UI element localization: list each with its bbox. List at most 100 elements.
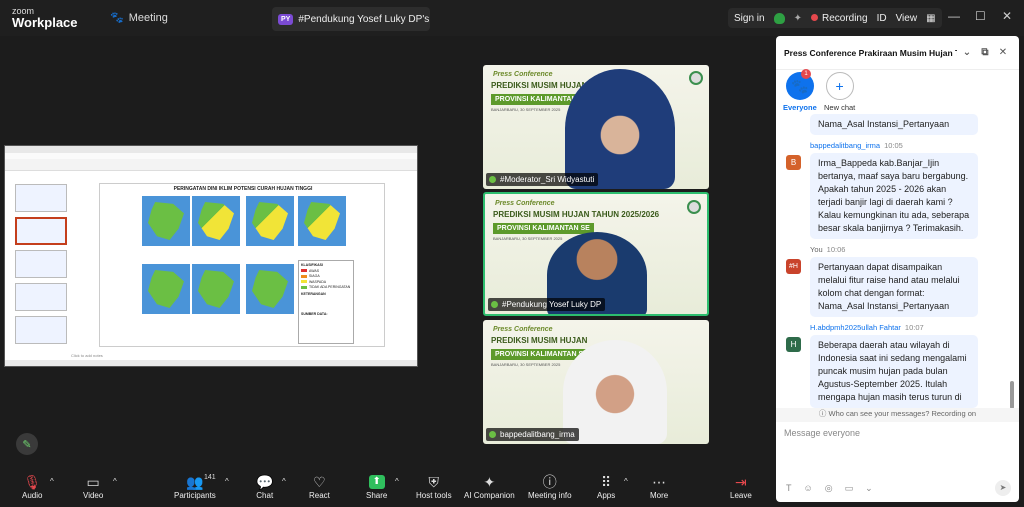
minimize-icon[interactable]: —	[948, 9, 960, 23]
share-options-chevron-icon[interactable]: ^	[395, 473, 399, 491]
sign-in-button[interactable]: Sign in	[734, 13, 765, 24]
bmkg-seal-icon	[689, 71, 703, 85]
paw-icon: 🐾	[110, 12, 124, 24]
participant-video	[565, 69, 675, 189]
press-conference-label: Press Conference	[493, 326, 553, 333]
close-icon[interactable]: ✕	[1002, 9, 1012, 23]
recording-indicator[interactable]: Recording	[810, 13, 868, 24]
heart-icon: ♡	[313, 474, 326, 490]
id-label[interactable]: ID	[877, 13, 887, 24]
meeting-tab[interactable]: 🐾 Meeting	[110, 11, 168, 25]
apps-button[interactable]: ⠿ Apps	[597, 473, 615, 500]
meeting-info-button[interactable]: ⓘ Meeting info	[528, 473, 572, 500]
video-tile-moderator[interactable]: Press Conference PREDIKSI MUSIM HUJAN T …	[483, 65, 709, 189]
chat-message: Nama_Asal Instansi_Pertanyaan	[776, 114, 1008, 135]
emoji-icon[interactable]: ☺	[804, 483, 813, 494]
channel-everyone[interactable]: 🐾 1 Everyone	[783, 69, 817, 112]
file-icon[interactable]: ▭	[845, 483, 854, 494]
more-dots-icon: ⋯	[652, 474, 667, 490]
leave-label: Leave	[730, 491, 752, 500]
pop-out-icon[interactable]: ⧉	[977, 47, 993, 58]
chat-button[interactable]: 💬 Chat	[256, 473, 273, 500]
date-label: BANJARBARU, 30 SEPTEMBER 2025	[491, 107, 561, 112]
current-slide: PERINGATAN DINI IKLIM POTENSI CURAH HUJA…	[99, 183, 385, 347]
share-screen-icon: ⬆	[368, 475, 385, 489]
apps-icon: ⠿	[600, 474, 612, 490]
view-button[interactable]: View	[896, 13, 918, 24]
close-chat-icon[interactable]: ✕	[995, 47, 1011, 58]
more-label: More	[650, 491, 669, 500]
slide-thumbnail	[15, 316, 67, 344]
send-icon[interactable]: ➤	[995, 480, 1011, 496]
react-label: React	[309, 491, 330, 500]
top-right-controls: Sign in ✦ Recording ID View ▦	[728, 8, 942, 28]
format-text-icon[interactable]: T	[786, 483, 792, 494]
chat-panel: Press Conference Prakiraan Musim Hujan T…	[776, 36, 1019, 502]
chat-options-chevron-icon[interactable]: ^	[282, 473, 286, 491]
message-list[interactable]: Nama_Asal Instansi_Pertanyaan bappedalit…	[776, 112, 1008, 408]
chat-message: B Irma_Bappeda kab.Banjar_Ijin bertanya,…	[776, 153, 1008, 239]
legend-item: SIAGA	[301, 274, 351, 278]
avatar: H	[786, 337, 801, 352]
video-tile-active-speaker[interactable]: Press Conference PREDIKSI MUSIM HUJAN TA…	[483, 192, 709, 316]
who-can-see-notice[interactable]: ⓘ Who can see your messages? Recording o…	[776, 408, 1019, 422]
unread-badge: 1	[801, 69, 811, 79]
leave-button[interactable]: ⇥ Leave	[730, 473, 752, 500]
video-tile-participant[interactable]: Press Conference PREDIKSI MUSIM HUJAN PR…	[483, 320, 709, 444]
press-conference-label: Press Conference	[493, 71, 553, 78]
view-grid-icon[interactable]: ▦	[926, 13, 935, 24]
apps-options-chevron-icon[interactable]: ^	[624, 473, 628, 491]
host-tools-button[interactable]: ⛨ Host tools	[416, 473, 452, 500]
shared-screen[interactable]: PERINGATAN DINI IKLIM POTENSI CURAH HUJA…	[4, 145, 418, 367]
channel-label: New chat	[824, 103, 856, 112]
chat-scrollbar[interactable]	[1010, 381, 1014, 409]
message-sender: bappedalitbang_irma 10:05	[810, 141, 903, 150]
chat-message: #H Pertanyaan dapat disampaikan melalui …	[776, 257, 1008, 317]
chat-header: Press Conference Prakiraan Musim Hujan T…	[776, 36, 1019, 70]
message-input[interactable]: Message everyone	[784, 428, 860, 438]
powerpoint-ribbon	[5, 153, 417, 171]
message-sender: H.abdpmh2025ullah Fahtar 10:07	[810, 323, 924, 332]
info-icon: ⓘ	[818, 409, 829, 418]
message-text: Pertanyaan dapat disampaikan melalui fit…	[810, 257, 978, 317]
slide-thumbnail	[15, 184, 67, 212]
screenshot-icon[interactable]: ◎	[825, 483, 833, 494]
share-button[interactable]: ⬆ Share	[366, 473, 387, 500]
video-button[interactable]: ▭ Video	[83, 473, 103, 500]
slide-thumbnail	[15, 250, 67, 278]
chat-bubble-icon: 💬	[256, 474, 274, 490]
host-tools-label: Host tools	[416, 491, 452, 500]
video-options-chevron-icon[interactable]: ^	[113, 473, 117, 491]
screen-share-tab[interactable]: PY #Pendukung Yosef Luky DP's scre ⋯	[272, 7, 430, 31]
participants-button[interactable]: 👥 141 Participants	[174, 473, 216, 500]
participants-options-chevron-icon[interactable]: ^	[225, 473, 229, 491]
more-tools-icon[interactable]: ⌄	[865, 483, 873, 494]
message-sender: You 10:06	[810, 245, 846, 254]
zoom-logo: zoom Workplace	[12, 6, 78, 29]
zoom-window: zoom Workplace 🐾 Meeting PY #Pendukung Y…	[0, 0, 1024, 507]
shield-icon[interactable]	[773, 12, 785, 24]
camera-icon: ▭	[86, 474, 100, 490]
share-tab-title: #Pendukung Yosef Luky DP's scre	[298, 13, 430, 25]
annotate-pen-icon[interactable]: ✎	[16, 433, 38, 455]
audio-label: Audio	[22, 491, 43, 500]
chat-label: Chat	[256, 491, 274, 500]
slide-thumbnail	[15, 217, 67, 245]
provinsi-label: PROVINSI KALIMANTAN SE	[493, 223, 594, 234]
plus-icon: +	[825, 72, 854, 100]
chevron-down-icon[interactable]: ⌄	[959, 47, 975, 58]
region-map	[246, 264, 294, 314]
audio-options-chevron-icon[interactable]: ^	[50, 473, 54, 491]
audio-button[interactable]: 🎙 Audio	[22, 473, 42, 500]
video-label: Video	[83, 491, 104, 500]
react-button[interactable]: ♡ React	[309, 473, 330, 500]
channel-label: Everyone	[783, 103, 817, 112]
ai-companion-button[interactable]: ✦ AI Companion	[464, 473, 515, 500]
sparkle-icon[interactable]: ✦	[794, 13, 802, 24]
channel-new-chat[interactable]: + New chat	[824, 72, 855, 112]
prediksi-label: PREDIKSI MUSIM HUJAN	[491, 336, 588, 345]
slide-thumbnail	[15, 283, 67, 311]
more-button[interactable]: ⋯ More	[650, 473, 668, 500]
chat-title: Press Conference Prakiraan Musim Hujan T…	[784, 47, 957, 58]
maximize-icon[interactable]: ☐	[975, 9, 986, 23]
